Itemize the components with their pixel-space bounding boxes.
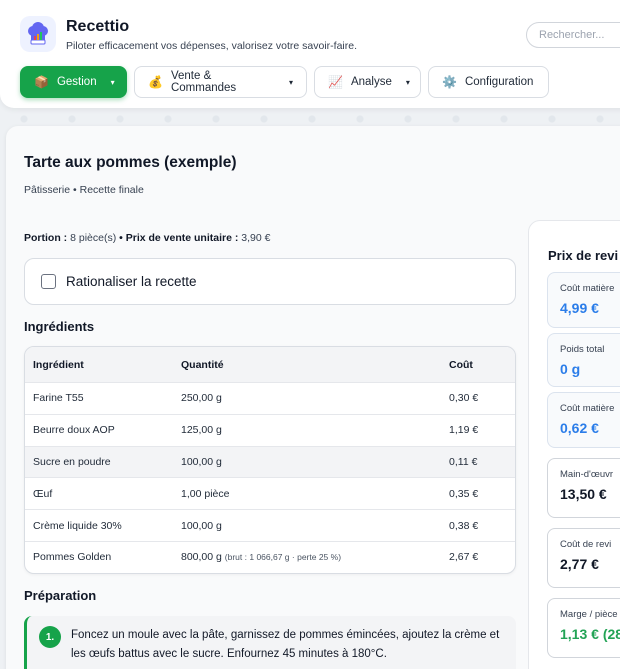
gear-icon: ⚙️ (442, 75, 457, 89)
ingredient-quantity: 125,00 g (181, 424, 222, 437)
table-header: Ingrédient Quantité Coût (25, 347, 515, 382)
nav-gestion-label: Gestion (56, 76, 97, 88)
kpi-card-material-cost: Coût matière 4,99 € (547, 272, 620, 328)
portion-info: Portion : 8 pièce(s) • Prix de vente uni… (24, 232, 270, 244)
kpi-label: Main-d'œuvr (560, 469, 614, 480)
app-subtitle: Piloter efficacement vos dépenses, valor… (66, 40, 358, 52)
ingredient-quantity: 1,00 pièce (181, 487, 230, 500)
portion-label: Portion : (24, 232, 68, 244)
kpi-value: 4,99 € (560, 300, 599, 316)
nav-configuration-label: Configuration (464, 76, 534, 88)
kpi-value: 1,13 € (28 (560, 626, 620, 642)
ingredient-cost: 1,19 € (449, 424, 479, 437)
rationalize-label: Rationaliser la recette (66, 274, 197, 289)
money-bag-icon: 💰 (148, 75, 163, 89)
ingredient-quantity: 100,00 g (181, 455, 222, 468)
nav-analyse-button[interactable]: 📈 Analyse ▾ (314, 66, 421, 98)
ingredient-cost: 0,11 € (449, 455, 478, 468)
ingredient-name: Farine T55 (33, 392, 84, 405)
preparation-step: 1. Foncez un moule avec la pâte, garniss… (24, 616, 516, 669)
column-header-quantity: Quantité (181, 358, 224, 371)
kpi-label: Poids total (560, 344, 605, 355)
chart-increasing-icon: 📈 (328, 75, 343, 89)
kpi-label: Coût de revi (560, 539, 612, 550)
kpi-value: 13,50 € (560, 486, 607, 502)
kpi-card-labor: Main-d'œuvr 13,50 € (547, 458, 620, 518)
column-header-ingredient: Ingrédient (33, 358, 84, 371)
price-label: Prix de vente unitaire : (125, 232, 239, 244)
kpi-label: Coût matière (560, 403, 615, 414)
kpi-card-margin-per-piece: Marge / pièce 1,13 € (28 (547, 598, 620, 658)
nav-gestion-button[interactable]: 📦 Gestion ▾ (20, 66, 127, 98)
step-text: Foncez un moule avec la pâte, garnissez … (71, 629, 500, 660)
app-header: Recettio Piloter efficacement vos dépens… (0, 0, 620, 108)
ingredient-name: Œuf (33, 487, 53, 500)
ingredient-name: Crème liquide 30% (33, 519, 122, 532)
search-input[interactable] (526, 22, 620, 48)
table-row[interactable]: Crème liquide 30% 100,00 g 0,38 € (25, 509, 515, 541)
preparation-heading: Préparation (24, 588, 97, 603)
kpi-card-total-weight: Poids total 0 g (547, 333, 620, 387)
ingredient-name: Sucre en poudre (33, 455, 111, 468)
ingredient-cost: 0,38 € (449, 519, 479, 532)
column-header-cost: Coût (449, 358, 473, 371)
ingredient-cost: 0,35 € (449, 487, 479, 500)
portion-value: 8 pièce(s) (70, 232, 117, 244)
table-row[interactable]: Beurre doux AOP 125,00 g 1,19 € (25, 413, 515, 446)
table-row[interactable]: Pommes Golden 800,00 g (brut : 1 066,67 … (25, 540, 515, 573)
ingredients-table: Ingrédient Quantité Coût Farine T55 250,… (24, 346, 516, 574)
kpi-label: Coût matière (560, 283, 615, 294)
ingredient-name: Pommes Golden (33, 551, 112, 564)
nav-configuration-button[interactable]: ⚙️ Configuration (428, 66, 549, 98)
kpi-card-material-cost-per-piece: Coût matière 0,62 € (547, 392, 620, 448)
table-row[interactable]: Sucre en poudre 100,00 g 0,11 € (25, 445, 515, 478)
kpi-value: 0,62 € (560, 420, 599, 436)
rationalize-checkbox[interactable] (41, 274, 56, 289)
app-title: Recettio (66, 18, 130, 35)
table-row[interactable]: Farine T55 250,00 g 0,30 € (25, 382, 515, 414)
kpi-value: 0 g (560, 361, 581, 377)
nav-analyse-label: Analyse (350, 76, 392, 88)
ingredient-quantity: 800,00 g (brut : 1 066,67 g · perte 25 %… (181, 551, 342, 564)
table-row[interactable]: Œuf 1,00 pièce 0,35 € (25, 477, 515, 509)
ingredient-loss-note: (brut : 1 066,67 g · perte 25 %) (224, 552, 342, 563)
step-number: 1. (39, 626, 61, 648)
cost-panel-title: Prix de revi (548, 248, 619, 263)
ingredient-quantity: 250,00 g (181, 392, 222, 405)
portion-separator: • (119, 232, 123, 244)
price-value: 3,90 € (241, 232, 271, 244)
chevron-down-icon: ▾ (288, 77, 293, 87)
kpi-label: Marge / pièce (560, 609, 618, 620)
ingredient-quantity: 100,00 g (181, 519, 222, 532)
nav-vente-commandes-label: Vente & Commandes (170, 70, 237, 94)
chevron-down-icon: ▾ (405, 77, 410, 87)
ingredient-cost: 2,67 € (449, 551, 479, 564)
ingredient-name: Beurre doux AOP (33, 424, 115, 437)
recipe-title: Tarte aux pommes (exemple) (24, 154, 237, 171)
recipe-category: Pâtisserie • Recette finale (24, 184, 144, 196)
chef-hat-logo-icon (20, 16, 56, 52)
ingredients-heading: Ingrédients (24, 319, 95, 334)
kpi-value: 2,77 € (560, 556, 599, 572)
kpi-card-cost-price: Coût de revi 2,77 € (547, 528, 620, 588)
rationalize-toggle[interactable]: Rationaliser la recette (24, 258, 516, 305)
chevron-down-icon: ▾ (110, 77, 115, 87)
package-icon: 📦 (34, 75, 49, 89)
ingredient-cost: 0,30 € (449, 392, 479, 405)
nav-vente-commandes-button[interactable]: 💰 Vente & Commandes ▾ (134, 66, 307, 98)
